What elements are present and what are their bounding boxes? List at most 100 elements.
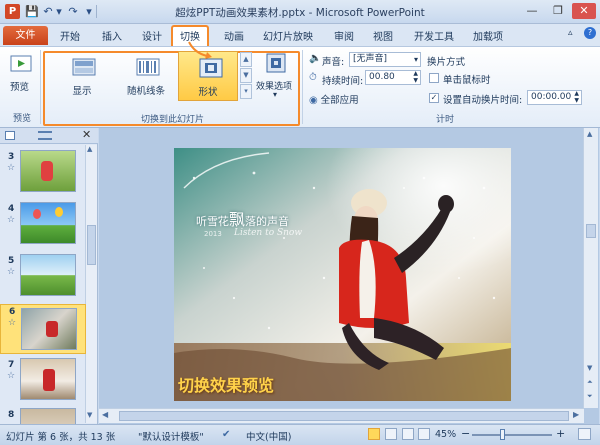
on-click-label: 单击鼠标时 (443, 75, 491, 86)
transition-reveal-label: 显示 (72, 86, 92, 97)
tab-developer[interactable]: 开发工具 (414, 28, 454, 43)
ribbon-tabs: 文件 开始 插入 设计 切换 动画 幻灯片放映 审阅 视图 开发工具 加载项 ▵… (0, 24, 600, 46)
tab-file[interactable]: 文件 (3, 26, 48, 45)
normal-view-icon[interactable] (368, 428, 380, 440)
transition-star-icon: ☆ (7, 267, 16, 277)
next-slide-icon[interactable]: ⏷ (587, 392, 593, 401)
editor-vertical-scrollbar[interactable]: ▲ ▼ ⏶ ⏷ (583, 128, 598, 408)
slide-sorter-icon[interactable] (385, 428, 397, 440)
apply-all-button[interactable]: ◉ 全部应用 (309, 92, 369, 106)
scroll-up-icon[interactable]: ▲ (587, 130, 592, 138)
slide-thumbnail[interactable]: 7 ☆ (0, 358, 86, 406)
slide-thumbnail-selected[interactable]: 6 ☆ (0, 304, 86, 354)
slide-preview-image (20, 358, 76, 400)
random-bars-icon (136, 58, 160, 76)
scroll-thumb[interactable] (87, 225, 96, 265)
gallery-scroll[interactable]: ▲ ▼ ▾ (240, 52, 252, 100)
reading-view-icon[interactable] (402, 428, 414, 440)
slide-thumbnail[interactable]: 5 ☆ (0, 254, 86, 302)
tab-slideshow[interactable]: 幻灯片放映 (263, 28, 313, 43)
transition-random-bars-label: 随机线条 (126, 86, 165, 97)
transition-random-bars[interactable]: 随机线条 (116, 51, 176, 101)
scroll-left-icon[interactable]: ◀ (102, 410, 108, 419)
slide-preview-image (21, 308, 77, 350)
slide-preview-image (20, 254, 76, 296)
tab-view[interactable]: 视图 (373, 28, 393, 43)
tab-design[interactable]: 设计 (142, 28, 162, 43)
minimize-ribbon-icon[interactable]: ▵ (568, 28, 573, 38)
slideshow-icon[interactable] (418, 428, 430, 440)
scroll-down-icon[interactable]: ▼ (587, 364, 592, 372)
zoom-slider-track[interactable] (472, 434, 552, 436)
after-time-value: 00:00.00 (531, 92, 572, 102)
scroll-thumb[interactable] (119, 411, 569, 421)
preview-button[interactable]: 预览 (6, 52, 36, 96)
transition-star-icon: ☆ (7, 215, 16, 225)
close-button[interactable]: ✕ (572, 3, 596, 19)
help-icon[interactable]: ? (584, 27, 596, 39)
slide-canvas[interactable]: 听雪花飘落的声音 2013 Listen to Snow 切换效果预览 (174, 148, 511, 401)
zoom-slider-thumb[interactable] (500, 429, 505, 440)
scroll-up-icon[interactable]: ▲ (87, 145, 92, 153)
tab-home[interactable]: 开始 (60, 28, 80, 43)
slide-thumbnail[interactable]: 8 (0, 408, 86, 424)
on-click-checkbox[interactable] (429, 73, 439, 83)
transition-star-icon: ☆ (7, 371, 16, 381)
after-time-input[interactable]: 00:00.00 ▲ ▼ (527, 90, 582, 105)
slide-thumbnail[interactable]: 4 ☆ (0, 202, 86, 250)
slides-pane: ✕ ▲ ▼ 3 ☆ 4 ☆ 5 ☆ 6 ☆ 7 ☆ 8 (0, 128, 98, 424)
tab-insert[interactable]: 插入 (102, 28, 122, 43)
timing-group-label: 计时 (435, 115, 454, 125)
zoom-out-icon[interactable]: − (461, 427, 470, 440)
minimize-button[interactable]: — (520, 3, 544, 19)
theme-name[interactable]: "默认设计模板" (138, 429, 204, 443)
tab-addins[interactable]: 加载项 (473, 28, 503, 43)
transition-group-label: 切换到此幻灯片 (140, 115, 204, 125)
scroll-thumb[interactable] (586, 224, 596, 238)
slide-poem-script: Listen to Snow (234, 228, 303, 238)
transition-reveal[interactable]: 显示 (52, 51, 112, 101)
scroll-down-icon[interactable]: ▼ (87, 411, 92, 419)
slides-pane-scrollbar[interactable]: ▲ ▼ (85, 145, 97, 423)
slide-number: 8 (8, 410, 15, 420)
slide-photo (174, 148, 511, 401)
tab-review[interactable]: 审阅 (334, 28, 354, 43)
gallery-up-icon[interactable]: ▲ (240, 52, 252, 67)
slide-poem-title: 听雪花飘落的声音 (196, 210, 290, 229)
transition-shape-label: 形状 (198, 87, 218, 98)
slide-number: 7 (8, 360, 15, 370)
gallery-down-icon[interactable]: ▼ (240, 68, 252, 83)
after-time-label: 设置自动换片时间: (443, 95, 523, 106)
duration-icon: ⏱ (309, 72, 317, 83)
restore-button[interactable]: ❐ (546, 3, 570, 19)
spellcheck-icon[interactable]: ✔ (222, 429, 230, 440)
previous-slide-icon[interactable]: ⏶ (587, 378, 593, 387)
window-title: 超炫PPT动画效果素材.pptx - Microsoft PowerPoint (175, 7, 425, 19)
slide-thumbnail[interactable]: 3 ☆ (0, 150, 86, 198)
slides-tab-icon[interactable] (5, 131, 15, 140)
after-time-checkbox[interactable]: ✓ (429, 93, 439, 103)
duration-input[interactable]: 00.80 ▲ ▼ (365, 70, 421, 85)
preview-button-label: 预览 (10, 82, 30, 93)
advance-slide-label: 换片方式 (427, 57, 466, 68)
zoom-in-icon[interactable]: + (556, 427, 565, 440)
zoom-level[interactable]: 45% (435, 429, 456, 440)
slide-preview-image (20, 408, 76, 424)
editor-horizontal-scrollbar[interactable]: ◀ ▶ (99, 408, 584, 423)
sound-dropdown[interactable]: [无声音] ▾ (349, 52, 421, 67)
fit-to-window-icon[interactable] (578, 428, 591, 440)
slide-number: 3 (8, 152, 15, 162)
tab-animations[interactable]: 动画 (224, 28, 244, 43)
slide-number: 6 (9, 307, 16, 317)
gallery-more-icon[interactable]: ▾ (240, 84, 252, 99)
language-indicator[interactable]: 中文(中国) (246, 429, 291, 443)
effect-options-button[interactable]: 效果选项 ▾ (256, 51, 296, 101)
slide-editor: 听雪花飘落的声音 2013 Listen to Snow 切换效果预览 ▲ ▼ … (99, 128, 599, 424)
outline-tab-icon[interactable] (38, 131, 52, 140)
group-divider (40, 50, 41, 124)
tab-transitions[interactable]: 切换 (180, 28, 200, 43)
dropdown-arrow-icon: ▾ (413, 55, 418, 64)
scroll-right-icon[interactable]: ▶ (573, 410, 579, 419)
group-divider (302, 50, 303, 124)
close-pane-icon[interactable]: ✕ (82, 128, 91, 141)
